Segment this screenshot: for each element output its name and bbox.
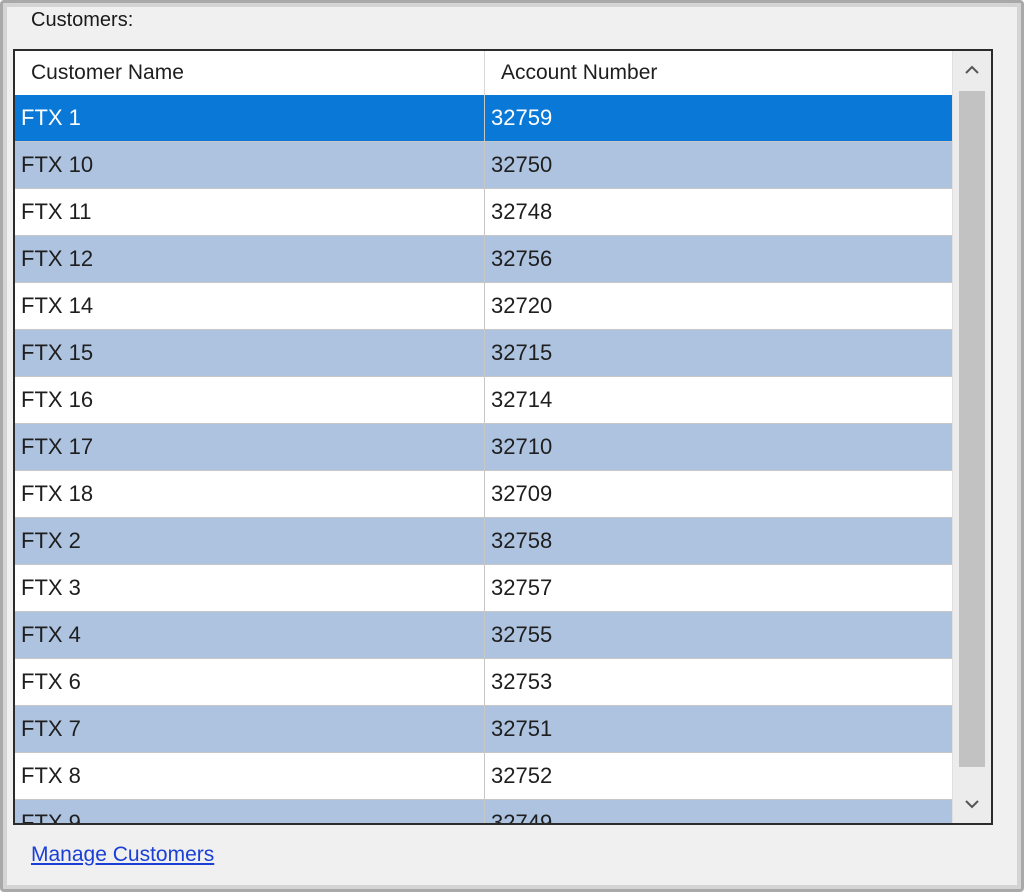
table-row[interactable]: FTX 14 32720	[15, 283, 953, 330]
account-number-cell: 32715	[491, 340, 553, 365]
table-row[interactable]: FTX 18 32709	[15, 471, 953, 518]
account-number-cell: 32710	[491, 434, 553, 459]
manage-customers-link[interactable]: Manage Customers	[31, 843, 214, 867]
account-number-cell: 32751	[491, 716, 553, 741]
table-row[interactable]: FTX 4 32755	[15, 612, 953, 659]
customer-name-cell: FTX 8	[15, 753, 485, 799]
account-number-cell: 32714	[491, 387, 553, 412]
table-row[interactable]: FTX 1 32759	[15, 95, 953, 142]
chevron-down-icon	[965, 800, 979, 809]
table-row[interactable]: FTX 11 32748	[15, 189, 953, 236]
account-number-cell: 32752	[491, 763, 553, 788]
account-number-cell: 32749	[491, 810, 553, 825]
account-number-cell: 32720	[491, 293, 553, 318]
table-row[interactable]: FTX 6 32753	[15, 659, 953, 706]
account-number-cell: 32758	[491, 528, 553, 553]
account-number-cell: 32755	[491, 622, 553, 647]
column-header-account-number[interactable]: Account Number	[485, 51, 953, 95]
account-number-cell: 32750	[491, 152, 553, 177]
table-row[interactable]: FTX 7 32751	[15, 706, 953, 753]
customer-name-cell: FTX 14	[15, 283, 485, 329]
account-number-cell: 32757	[491, 575, 553, 600]
customer-name-cell: FTX 2	[15, 518, 485, 564]
account-number-cell: 32753	[491, 669, 553, 694]
table-row[interactable]: FTX 17 32710	[15, 424, 953, 471]
customer-name-cell: FTX 4	[15, 612, 485, 658]
column-header-customer-name[interactable]: Customer Name	[15, 51, 485, 95]
customer-name-cell: FTX 17	[15, 424, 485, 470]
account-number-cell: 32709	[491, 481, 553, 506]
grid-header: Customer Name Account Number	[15, 51, 953, 96]
scroll-thumb[interactable]	[959, 91, 985, 767]
scroll-down-button[interactable]	[953, 785, 991, 823]
customer-name-cell: FTX 7	[15, 706, 485, 752]
scroll-up-button[interactable]	[953, 51, 991, 89]
customer-name-cell: FTX 11	[15, 189, 485, 235]
customer-name-cell: FTX 10	[15, 142, 485, 188]
table-row[interactable]: FTX 10 32750	[15, 142, 953, 189]
chevron-up-icon	[965, 65, 979, 74]
customer-name-cell: FTX 9	[15, 800, 485, 823]
grid-rows: FTX 1 32759 FTX 10 32750 FTX 11 32748 FTX 12 32…	[15, 95, 953, 825]
account-number-cell: 32759	[491, 105, 553, 130]
customer-name-cell: FTX 15	[15, 330, 485, 376]
table-row[interactable]: FTX 9 32749	[15, 800, 953, 825]
customer-name-cell: FTX 3	[15, 565, 485, 611]
customer-name-cell: FTX 12	[15, 236, 485, 282]
table-row[interactable]: FTX 12 32756	[15, 236, 953, 283]
customer-name-cell: FTX 18	[15, 471, 485, 517]
customer-name-cell: FTX 1	[15, 95, 485, 141]
account-number-cell: 32748	[491, 199, 553, 224]
vertical-scrollbar[interactable]	[952, 51, 991, 823]
customer-name-cell: FTX 16	[15, 377, 485, 423]
table-row[interactable]: FTX 2 32758	[15, 518, 953, 565]
customers-panel: Customers: Customer Name Account Number …	[0, 0, 1024, 892]
customers-grid[interactable]: Customer Name Account Number FTX 1 32759 F…	[13, 49, 993, 825]
customer-name-cell: FTX 6	[15, 659, 485, 705]
table-row[interactable]: FTX 8 32752	[15, 753, 953, 800]
table-row[interactable]: FTX 15 32715	[15, 330, 953, 377]
groupbox-title: Customers:	[29, 9, 136, 32]
table-row[interactable]: FTX 3 32757	[15, 565, 953, 612]
account-number-cell: 32756	[491, 246, 553, 271]
table-row[interactable]: FTX 16 32714	[15, 377, 953, 424]
